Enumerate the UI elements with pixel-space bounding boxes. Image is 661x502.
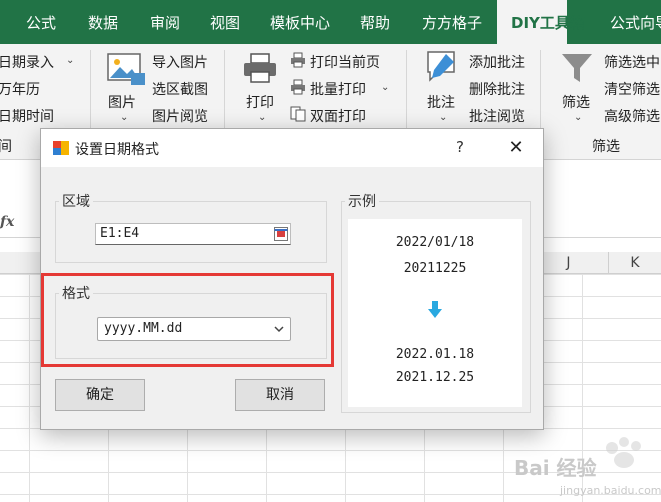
sample-group-label: 示例 bbox=[345, 191, 379, 211]
range-value: E1:E4 bbox=[100, 226, 140, 241]
ribbon-print-button[interactable]: 打印 bbox=[246, 92, 274, 112]
ribbon-tab-bar: 公式 数据 审阅 视图 模板中心 帮助 方方格子 DIY工具箱 公式向导 bbox=[0, 0, 661, 44]
tab-help[interactable]: 帮助 bbox=[360, 0, 390, 44]
ribbon-separator bbox=[540, 50, 541, 128]
cancel-button[interactable]: 取消 bbox=[235, 379, 325, 411]
ribbon-separator bbox=[90, 50, 91, 128]
chevron-down-icon[interactable]: ⌄ bbox=[439, 112, 447, 123]
sample-after-2: 2021.12.25 bbox=[395, 370, 475, 385]
ribbon-browse-comment[interactable]: 批注阅览 bbox=[469, 106, 525, 126]
ribbon-group-title-left: 间 bbox=[0, 139, 12, 155]
ribbon-group-title-filter: 筛选 bbox=[592, 139, 620, 155]
ribbon-date-entry[interactable]: 日期录入 bbox=[0, 52, 54, 72]
dialog-title: 设置日期格式 bbox=[75, 142, 159, 158]
chevron-down-icon[interactable]: ⌄ bbox=[120, 112, 128, 123]
watermark-text: Bai 经验 bbox=[514, 456, 597, 480]
duplex-print-icon bbox=[290, 106, 306, 122]
ribbon-date-time[interactable]: 日期时间 bbox=[0, 106, 54, 126]
printer-icon[interactable] bbox=[242, 52, 278, 84]
sample-after-1: 2022.01.18 bbox=[395, 347, 475, 362]
arrow-down-icon bbox=[428, 301, 442, 318]
tab-formulas[interactable]: 公式 bbox=[26, 0, 56, 44]
ribbon-delete-comment[interactable]: 删除批注 bbox=[469, 79, 525, 99]
tab-data[interactable]: 数据 bbox=[88, 0, 118, 44]
batch-print-icon bbox=[291, 79, 305, 95]
tab-fangfang[interactable]: 方方格子 bbox=[422, 0, 482, 44]
ribbon-picture-browse[interactable]: 图片阅览 bbox=[152, 106, 208, 126]
ribbon-advanced-filter[interactable]: 高级筛选 bbox=[604, 106, 660, 126]
print-page-icon bbox=[291, 52, 305, 68]
ribbon-filter-selected[interactable]: 筛选选中 bbox=[604, 52, 660, 72]
range-input[interactable]: E1:E4 bbox=[95, 223, 291, 245]
ribbon-print-current-page[interactable]: 打印当前页 bbox=[310, 52, 380, 72]
ribbon-add-comment[interactable]: 添加批注 bbox=[469, 52, 525, 72]
tab-formula-wizard[interactable]: 公式向导 bbox=[610, 0, 661, 44]
sample-pane: 2022/01/18 20211225 2022.01.18 2021.12.2… bbox=[348, 219, 522, 407]
dialog-title-bar[interactable]: 设置日期格式 ? ✕ bbox=[41, 129, 543, 167]
ribbon-comment-button[interactable]: 批注 bbox=[427, 92, 455, 112]
ribbon-duplex-print[interactable]: 双面打印 bbox=[310, 106, 366, 126]
fx-icon[interactable]: fx bbox=[0, 214, 14, 230]
sample-before-1: 2022/01/18 bbox=[395, 235, 475, 250]
ribbon-separator bbox=[406, 50, 407, 128]
watermark-sub: jingyan.baidu.com bbox=[560, 484, 661, 497]
help-button[interactable]: ? bbox=[453, 138, 467, 156]
ribbon-separator bbox=[224, 50, 225, 128]
format-highlight-box bbox=[41, 273, 334, 367]
chevron-down-icon[interactable]: ⌄ bbox=[381, 82, 389, 93]
tab-view[interactable]: 视图 bbox=[210, 0, 240, 44]
comment-pen-icon[interactable] bbox=[424, 50, 458, 86]
ok-button[interactable]: 确定 bbox=[55, 379, 145, 411]
tab-diy-toolbox[interactable]: DIY工具箱 bbox=[497, 0, 585, 44]
range-select-icon[interactable] bbox=[274, 227, 288, 241]
chevron-down-icon[interactable]: ⌄ bbox=[258, 112, 266, 123]
ribbon-selection-screenshot[interactable]: 选区截图 bbox=[152, 79, 208, 99]
picture-badge-icon bbox=[131, 73, 145, 85]
sample-before-2: 20211225 bbox=[403, 261, 467, 276]
column-header-k[interactable]: K bbox=[609, 252, 661, 274]
ribbon-filter-button[interactable]: 筛选 bbox=[562, 92, 590, 112]
set-date-format-dialog: 设置日期格式 ? ✕ 区域 E1:E4 格式 yyyy.MM.dd 确定 取消 … bbox=[40, 128, 544, 430]
ribbon-perpetual-calendar[interactable]: 万年历 bbox=[0, 79, 40, 99]
tab-review[interactable]: 审阅 bbox=[150, 0, 180, 44]
chevron-down-icon[interactable]: ⌄ bbox=[574, 112, 582, 123]
ribbon-import-picture[interactable]: 导入图片 bbox=[152, 52, 208, 72]
range-group-label: 区域 bbox=[59, 191, 93, 211]
filter-funnel-icon[interactable] bbox=[560, 52, 594, 84]
ribbon-batch-print[interactable]: 批量打印 bbox=[310, 79, 366, 99]
tab-template-center[interactable]: 模板中心 bbox=[270, 0, 330, 44]
close-button[interactable]: ✕ bbox=[501, 134, 531, 162]
chevron-down-icon[interactable]: ⌄ bbox=[66, 55, 74, 66]
app-icon bbox=[53, 141, 69, 155]
ribbon-clear-filter[interactable]: 清空筛选 bbox=[604, 79, 660, 99]
ribbon-picture-button[interactable]: 图片 bbox=[108, 92, 136, 112]
